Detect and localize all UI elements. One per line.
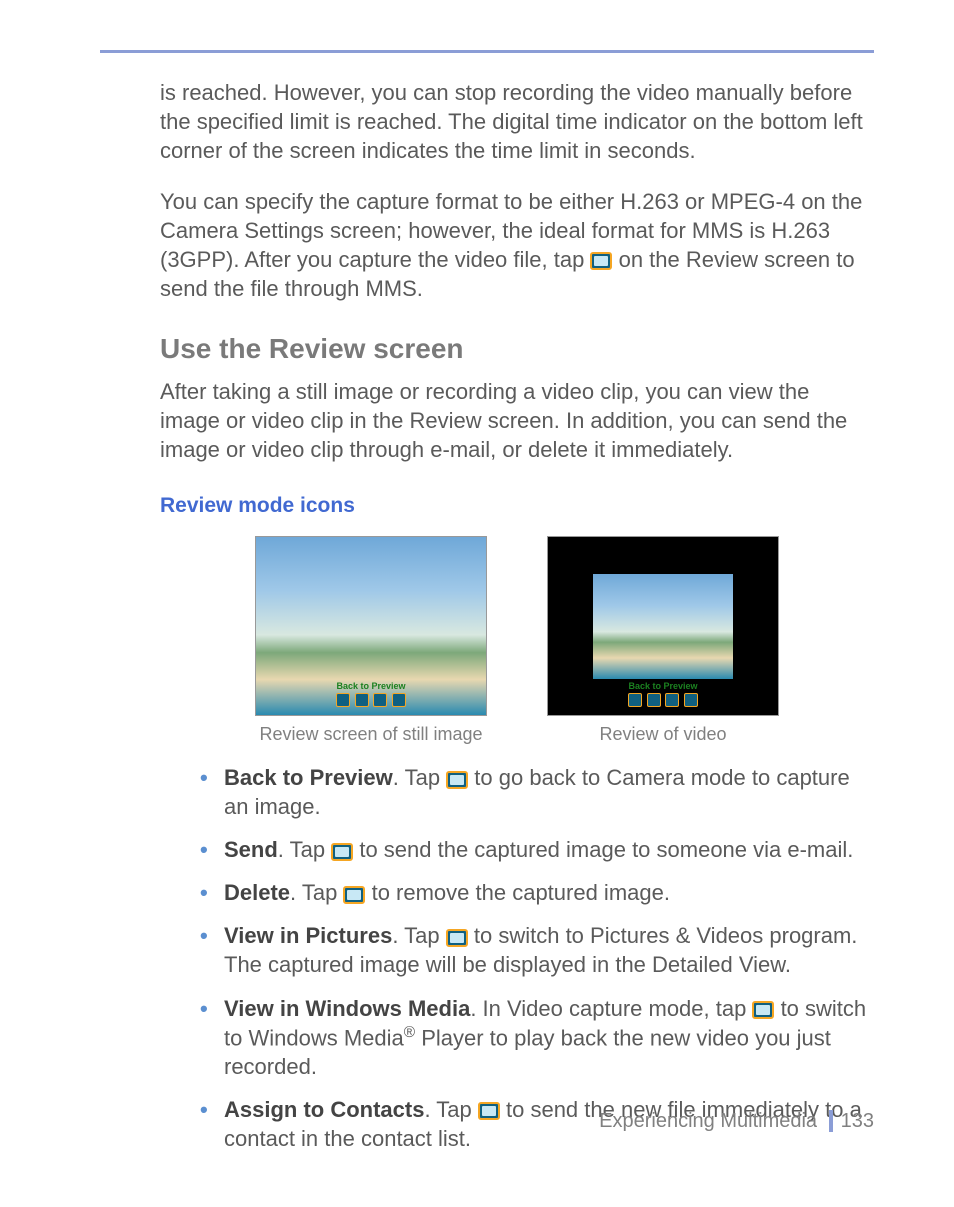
- delete-icon: [373, 693, 387, 707]
- play-icon: [684, 693, 698, 707]
- bullet-pre: . Tap: [278, 837, 331, 862]
- registered-symbol: ®: [404, 1024, 415, 1041]
- back-to-preview-icon: [446, 771, 468, 789]
- back-to-preview-label: Back to Preview: [256, 681, 486, 691]
- paragraph-continuation: is reached. However, you can stop record…: [160, 78, 874, 165]
- page-footer: Experiencing Multimedia 133: [599, 1110, 874, 1133]
- bullet-list: Back to Preview. Tap to go back to Camer…: [160, 763, 874, 1153]
- list-item: View in Pictures. Tap to switch to Pictu…: [200, 921, 874, 979]
- footer-section-name: Experiencing Multimedia: [599, 1110, 817, 1132]
- send-email-icon: [331, 843, 353, 861]
- heading-review-mode-icons: Review mode icons: [160, 494, 874, 518]
- caption-still: Review screen of still image: [255, 724, 487, 745]
- view-pictures-icon: [446, 929, 468, 947]
- icon-bar-still: Back to Preview: [256, 681, 486, 709]
- bullet-pre: . In Video capture mode, tap: [470, 996, 752, 1021]
- bullet-pre: . Tap: [392, 923, 445, 948]
- bullet-post: to send the captured image to someone vi…: [353, 837, 853, 862]
- bullet-bold: Back to Preview: [224, 765, 393, 790]
- figures-row: Back to Preview Review screen of still i…: [160, 536, 874, 745]
- footer-page-number: 133: [841, 1110, 874, 1132]
- caption-video: Review of video: [547, 724, 779, 745]
- bullet-pre: . Tap: [393, 765, 446, 790]
- send-icon: [647, 693, 661, 707]
- windows-media-icon: [752, 1001, 774, 1019]
- paragraph-format: You can specify the capture format to be…: [160, 187, 874, 303]
- delete-trash-icon: [343, 886, 365, 904]
- back-icon: [336, 693, 350, 707]
- video-preview: Back to Preview: [547, 536, 779, 716]
- list-item: Delete. Tap to remove the captured image…: [200, 878, 874, 907]
- bullet-pre: . Tap: [424, 1097, 477, 1122]
- bullet-bold: View in Windows Media: [224, 996, 470, 1021]
- bullet-bold: View in Pictures: [224, 923, 392, 948]
- bullet-bold: Delete: [224, 880, 290, 905]
- list-item: View in Windows Media. In Video capture …: [200, 994, 874, 1081]
- paragraph-after-h2: After taking a still image or recording …: [160, 377, 874, 464]
- heading-use-review-screen: Use the Review screen: [160, 333, 874, 365]
- assign-contacts-icon: [478, 1102, 500, 1120]
- list-item: Send. Tap to send the captured image to …: [200, 835, 874, 864]
- bullet-bold: Assign to Contacts: [224, 1097, 424, 1122]
- send-icon: [355, 693, 369, 707]
- list-item: Back to Preview. Tap to go back to Camer…: [200, 763, 874, 821]
- back-to-preview-label-video: Back to Preview: [548, 681, 778, 691]
- top-rule: [100, 50, 874, 53]
- video-thumbnail: [593, 574, 733, 679]
- bullet-pre: . Tap: [290, 880, 343, 905]
- send-mms-icon: [590, 252, 612, 270]
- footer-divider: 133: [829, 1110, 874, 1132]
- bullet-bold: Send: [224, 837, 278, 862]
- figure-still: Back to Preview Review screen of still i…: [255, 536, 487, 745]
- delete-icon: [665, 693, 679, 707]
- icon-bar-video: Back to Preview: [548, 681, 778, 709]
- figure-video: Back to Preview Review of video: [547, 536, 779, 745]
- still-image-preview: Back to Preview: [255, 536, 487, 716]
- bullet-post: to remove the captured image.: [365, 880, 670, 905]
- back-icon: [628, 693, 642, 707]
- view-icon: [392, 693, 406, 707]
